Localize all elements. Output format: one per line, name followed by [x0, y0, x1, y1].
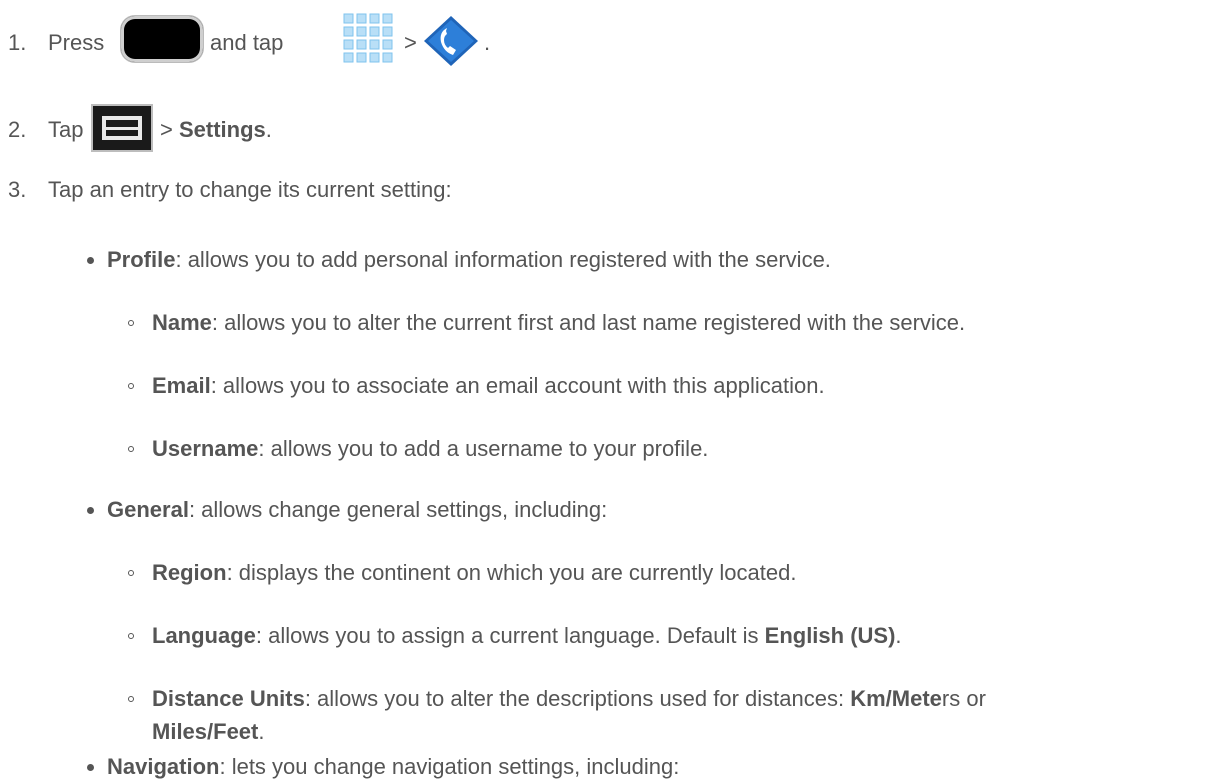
distance-units-end: . [258, 719, 265, 744]
profile-term: Profile [107, 247, 176, 272]
step-1-separator: > [404, 30, 417, 55]
step-1-press-text: Press [48, 30, 105, 55]
distance-units-desc: : allows you to alter the descriptions u… [304, 686, 851, 711]
step-2-tap-text: Tap [48, 117, 84, 142]
distance-units-term: Distance Units [152, 686, 305, 711]
home-key-icon [121, 16, 203, 62]
navigation-app-icon [420, 14, 482, 68]
name-term: Name [152, 310, 212, 335]
distance-option-miles: Miles/Feet [152, 719, 259, 744]
step-1-and-tap-text: and tap [210, 30, 284, 55]
username-term: Username [152, 436, 259, 461]
distance-option-km: Km/Mete [850, 686, 942, 711]
sub-bullet [128, 633, 134, 639]
sub-bullet [128, 570, 134, 576]
email-term: Email [152, 373, 211, 398]
navigation-desc: : lets you change navigation settings, i… [219, 754, 680, 779]
sub-bullet [128, 446, 134, 452]
email-desc: : allows you to associate an email accou… [210, 373, 825, 398]
general-term: General [107, 497, 189, 522]
region-desc: : displays the continent on which you ar… [226, 560, 797, 585]
settings-label: Settings [178, 117, 266, 142]
apps-grid-icon [336, 8, 398, 70]
sub-bullet [128, 320, 134, 326]
profile-desc: : allows you to add personal information… [175, 247, 831, 272]
language-desc: : allows you to assign a current languag… [255, 623, 765, 648]
bullet [87, 764, 94, 771]
bullet [87, 257, 94, 264]
name-desc: : allows you to alter the current first … [211, 310, 966, 335]
menu-key-icon [91, 104, 153, 152]
step-number: 2. [8, 117, 27, 142]
step-1-end: . [484, 30, 491, 55]
language-term: Language [152, 623, 256, 648]
step-2-end: . [265, 117, 272, 142]
language-end: . [895, 623, 902, 648]
distance-option-km-rest: rs or [941, 686, 986, 711]
username-desc: : allows you to add a username to your p… [258, 436, 709, 461]
step-number: 1. [8, 30, 27, 55]
step-2-separator: > [160, 117, 173, 142]
language-default-value: English (US) [764, 623, 896, 648]
bullet [87, 507, 94, 514]
general-desc: : allows change general settings, includ… [188, 497, 608, 522]
navigation-term: Navigation [107, 754, 220, 779]
instructions-page: 1. Press and tap > . 2. Tap > Settings. … [0, 0, 1230, 783]
region-term: Region [152, 560, 227, 585]
sub-bullet [128, 696, 134, 702]
step-number: 3. [8, 177, 27, 202]
sub-bullet [128, 383, 134, 389]
step-3-text: Tap an entry to change its current setti… [48, 177, 452, 202]
